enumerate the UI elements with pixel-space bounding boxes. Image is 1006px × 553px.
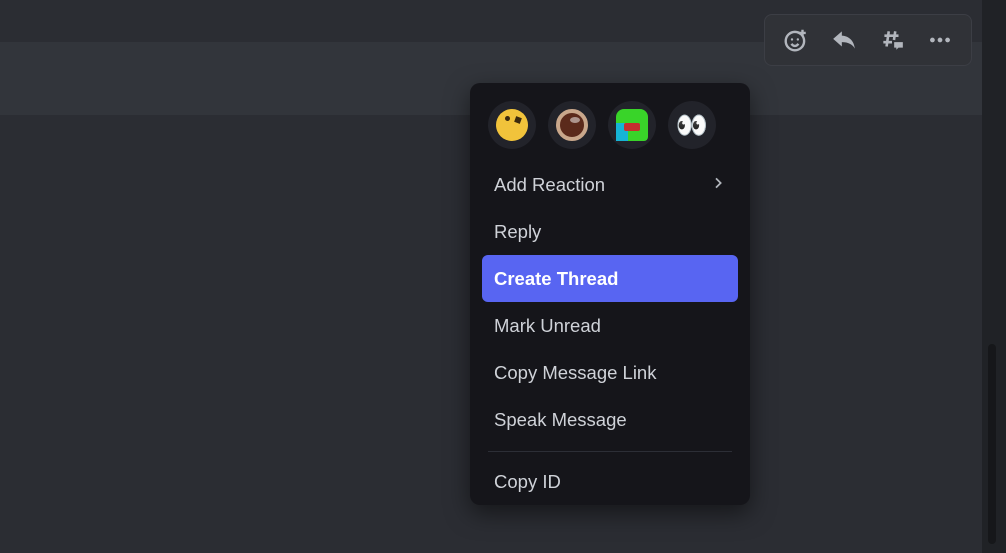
reply-button[interactable] [831, 27, 857, 53]
menu-item-copy-link[interactable]: Copy Message Link [482, 349, 738, 396]
menu-item-add-reaction[interactable]: Add Reaction [482, 161, 738, 208]
ellipsis-icon [927, 27, 953, 53]
menu-item-label: Copy Message Link [494, 362, 656, 384]
menu-item-copy-id[interactable]: Copy ID [482, 458, 738, 505]
quick-reaction-row: 👀 [482, 95, 738, 161]
menu-item-label: Mark Unread [494, 315, 601, 337]
emoji-plus-icon [783, 27, 809, 53]
pepe-laugh-icon [616, 109, 648, 141]
message-action-toolbar [764, 14, 972, 66]
more-actions-button[interactable] [927, 27, 953, 53]
menu-item-label: Reply [494, 221, 541, 243]
menu-item-reply[interactable]: Reply [482, 208, 738, 255]
member-list-strip [982, 0, 1006, 553]
quick-reaction-eyes[interactable]: 👀 [668, 101, 716, 149]
menu-item-mark-unread[interactable]: Mark Unread [482, 302, 738, 349]
quick-reaction-thinking[interactable] [488, 101, 536, 149]
menu-item-label: Add Reaction [494, 174, 605, 196]
menu-item-label: Copy ID [494, 471, 561, 493]
create-thread-button[interactable] [879, 27, 905, 53]
coffee-ring-icon [556, 109, 588, 141]
quick-reaction-pepe[interactable] [608, 101, 656, 149]
eyes-icon: 👀 [676, 112, 708, 138]
menu-item-label: Create Thread [494, 268, 618, 290]
menu-separator [488, 451, 732, 452]
thinking-face-icon [496, 109, 528, 141]
reply-arrow-icon [831, 27, 857, 53]
message-context-menu: 👀 Add Reaction Reply Create Thread Mark … [470, 83, 750, 505]
quick-reaction-coffee[interactable] [548, 101, 596, 149]
add-reaction-button[interactable] [783, 27, 809, 53]
menu-item-speak[interactable]: Speak Message [482, 396, 738, 443]
menu-item-create-thread[interactable]: Create Thread [482, 255, 738, 302]
thread-hash-icon [879, 27, 905, 53]
menu-item-label: Speak Message [494, 409, 627, 431]
chevron-right-icon [710, 174, 726, 196]
